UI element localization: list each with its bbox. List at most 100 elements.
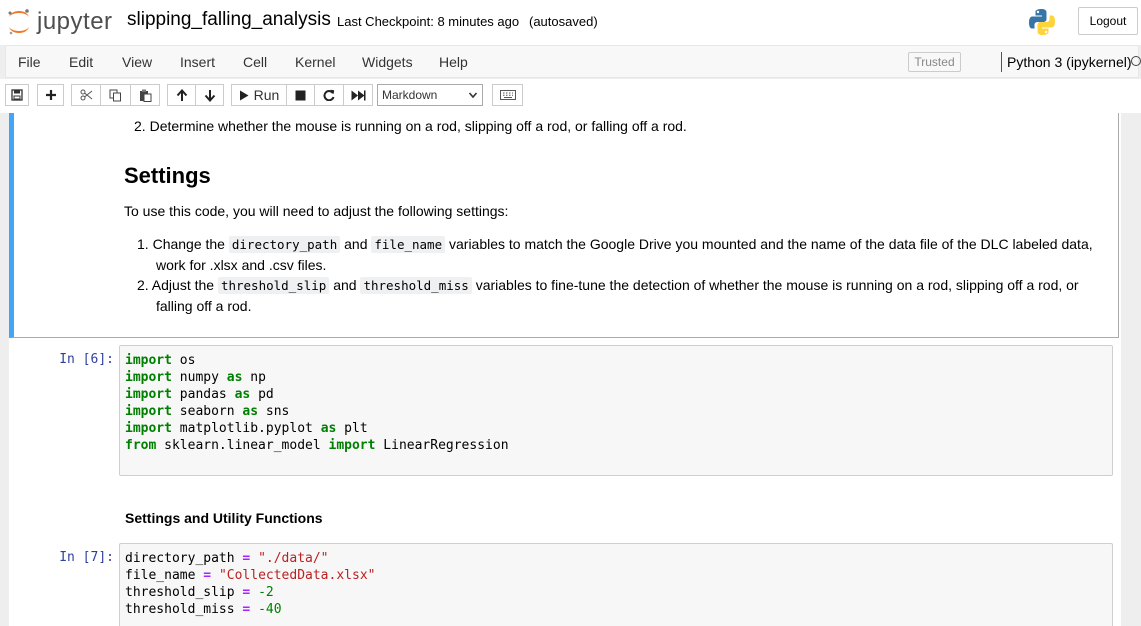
menu-edit[interactable]: Edit bbox=[69, 54, 93, 70]
restart-button[interactable] bbox=[314, 84, 344, 106]
checkpoint-status: Last Checkpoint: 8 minutes ago bbox=[337, 14, 520, 29]
keyword: import bbox=[125, 370, 172, 385]
setting1-post: variables to match the Google Drive you … bbox=[445, 236, 1093, 252]
save-icon bbox=[11, 89, 23, 101]
markdown-cell-selected[interactable]: 2. Determine whether the mouse is runnin… bbox=[9, 113, 1119, 338]
plus-icon bbox=[45, 90, 56, 100]
number-literal: -40 bbox=[258, 602, 282, 617]
menubar: File Edit View Insert Cell Kernel Widget… bbox=[5, 45, 1141, 78]
intro-list-item-2: 2. Determine whether the mouse is runnin… bbox=[134, 116, 687, 137]
logout-button[interactable]: Logout bbox=[1078, 7, 1138, 35]
command-palette-button[interactable] bbox=[492, 84, 523, 106]
fast-forward-icon bbox=[351, 90, 365, 100]
kernel-idle-icon bbox=[1131, 56, 1141, 66]
code-text: numpy bbox=[171, 370, 227, 385]
cut-button[interactable] bbox=[71, 84, 101, 106]
setting-item-2: 2. Adjust the threshold_slip and thresho… bbox=[137, 275, 1107, 317]
settings-utility-heading: Settings and Utility Functions bbox=[125, 510, 323, 526]
menu-view[interactable]: View bbox=[122, 54, 152, 70]
keyword: from bbox=[125, 438, 157, 453]
code-line: import seaborn as sns bbox=[125, 403, 289, 420]
code-editor[interactable]: directory_path = "./data/" file_name = "… bbox=[119, 543, 1113, 626]
code-text: seaborn bbox=[171, 404, 243, 419]
menu-widgets[interactable]: Widgets bbox=[362, 54, 413, 70]
code-text: file_name bbox=[125, 568, 196, 583]
code-text: LinearRegression bbox=[375, 438, 509, 453]
code-line: from sklearn.linear_model import LinearR… bbox=[125, 437, 509, 454]
code-line: import os bbox=[125, 352, 195, 369]
string-literal: "./data/" bbox=[258, 551, 329, 566]
settings-heading: Settings bbox=[124, 163, 211, 188]
insert-cell-button[interactable] bbox=[37, 84, 64, 106]
move-up-button[interactable] bbox=[167, 84, 196, 106]
run-button[interactable]: Run bbox=[231, 84, 287, 106]
setting1-line2: work for .xlsx and .csv files. bbox=[156, 257, 327, 273]
code-line: threshold_miss = -40 bbox=[125, 601, 282, 618]
keyword: as bbox=[242, 404, 259, 419]
paste-icon bbox=[139, 89, 151, 102]
autosave-status: (autosaved) bbox=[529, 14, 598, 29]
code-text: np bbox=[242, 370, 266, 385]
list-number: 2. bbox=[134, 118, 150, 134]
keyboard-icon bbox=[499, 90, 516, 100]
cell-type-select[interactable]: Markdown bbox=[377, 84, 483, 106]
notebook-container[interactable]: 2. Determine whether the mouse is runnin… bbox=[9, 113, 1121, 626]
menu-file[interactable]: File bbox=[18, 54, 41, 70]
setting1-mid: and bbox=[340, 236, 372, 252]
code-line: import matplotlib.pyplot as plt bbox=[125, 420, 368, 437]
interrupt-button[interactable] bbox=[286, 84, 315, 106]
code-text: sns bbox=[258, 404, 290, 419]
operator: = bbox=[242, 602, 251, 617]
cell-type-value: Markdown bbox=[382, 88, 438, 102]
code-text: threshold_miss bbox=[125, 602, 235, 617]
toolbar: Run Markdown bbox=[0, 79, 1141, 113]
python-logo-icon bbox=[1029, 9, 1055, 35]
number-literal: -2 bbox=[258, 585, 274, 600]
setting2-mid: and bbox=[329, 277, 361, 293]
run-label: Run bbox=[253, 87, 280, 103]
code-editor[interactable]: import os import numpy as np import pand… bbox=[119, 345, 1113, 476]
notebook-name[interactable]: slipping_falling_analysis bbox=[127, 9, 331, 31]
menu-insert[interactable]: Insert bbox=[180, 54, 215, 70]
restart-run-all-button[interactable] bbox=[343, 84, 373, 106]
code-line: file_name = "CollectedData.xlsx" bbox=[125, 567, 375, 584]
code-line: threshold_slip = -2 bbox=[125, 584, 274, 601]
copy-button[interactable] bbox=[100, 84, 131, 106]
keyword: as bbox=[320, 421, 337, 436]
jupyter-logo[interactable]: jupyter bbox=[6, 8, 113, 36]
menu-kernel[interactable]: Kernel bbox=[295, 54, 335, 70]
operator: = bbox=[242, 551, 251, 566]
save-button[interactable] bbox=[5, 84, 29, 106]
file-name-code: file_name bbox=[371, 236, 446, 253]
move-down-button[interactable] bbox=[195, 84, 224, 106]
keyword: import bbox=[125, 353, 172, 368]
kernel-name[interactable]: Python 3 (ipykernel) bbox=[1007, 54, 1132, 70]
code-text: threshold_slip bbox=[125, 585, 235, 600]
code-text: pd bbox=[250, 387, 274, 402]
restart-icon bbox=[323, 89, 335, 101]
threshold-miss-code: threshold_miss bbox=[360, 277, 472, 294]
paste-button[interactable] bbox=[130, 84, 160, 106]
scissors-icon bbox=[80, 89, 92, 101]
trusted-indicator[interactable]: Trusted bbox=[908, 52, 961, 72]
menu-cell[interactable]: Cell bbox=[243, 54, 267, 70]
intro-item-text: Determine whether the mouse is running o… bbox=[149, 118, 687, 134]
kernel-divider bbox=[1001, 52, 1002, 72]
chevron-down-icon bbox=[468, 92, 478, 99]
setting1-pre: Change the bbox=[152, 236, 229, 252]
stop-icon bbox=[295, 90, 306, 100]
keyword: import bbox=[125, 404, 172, 419]
setting2-pre: Adjust the bbox=[151, 277, 218, 293]
copy-icon bbox=[109, 89, 121, 101]
menu-help[interactable]: Help bbox=[439, 54, 468, 70]
input-prompt: In [7]: bbox=[59, 550, 114, 565]
code-text: pandas bbox=[171, 387, 235, 402]
code-text: matplotlib.pyplot bbox=[171, 421, 321, 436]
jupyter-icon bbox=[8, 9, 29, 35]
input-prompt: In [6]: bbox=[59, 352, 114, 367]
keyword: import bbox=[125, 387, 172, 402]
code-line: import numpy as np bbox=[125, 369, 266, 386]
run-icon bbox=[239, 90, 249, 100]
code-line: directory_path = "./data/" bbox=[125, 550, 329, 567]
code-text: plt bbox=[336, 421, 368, 436]
